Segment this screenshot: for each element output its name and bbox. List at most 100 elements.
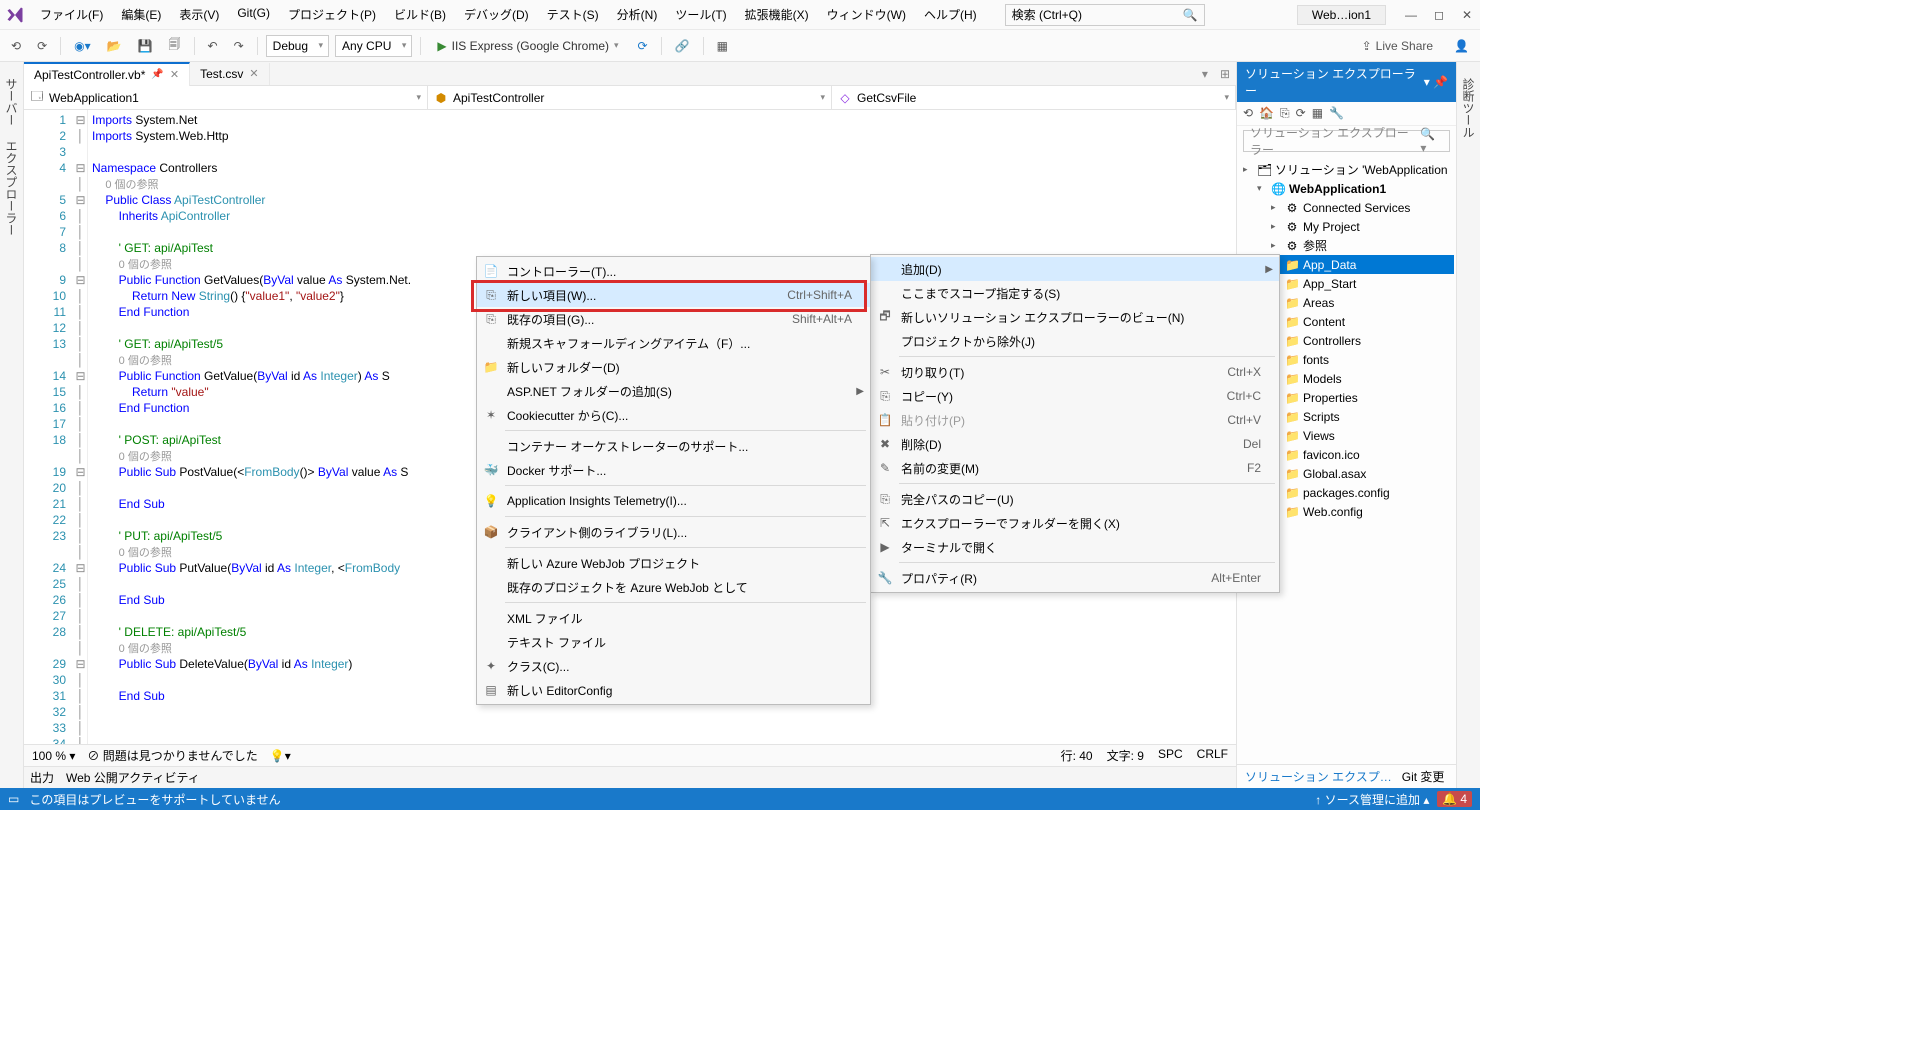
refresh-button[interactable]: ⟳ [633, 36, 653, 56]
nav-class[interactable]: ⬢ApiTestController [428, 86, 832, 109]
notification-badge[interactable]: 🔔4 [1437, 791, 1472, 807]
browser-button[interactable]: ▦ [712, 36, 733, 56]
menu-デバッグ(D)[interactable]: デバッグ(D) [456, 2, 537, 27]
config-combo[interactable]: Debug [266, 35, 329, 57]
issues-indicator[interactable]: ⊘ 問題は見つかりませんでした [87, 747, 257, 764]
minimize-button[interactable]: — [1404, 8, 1418, 22]
ctx-item[interactable]: コンテナー オーケストレーターのサポート... [477, 434, 870, 458]
pin-icon[interactable]: ▾ 📌 [1424, 75, 1448, 89]
tree-node[interactable]: ▸⚙Connected Services [1239, 198, 1454, 217]
source-control-button[interactable]: ↑ ソース管理に追加 ▴ [1315, 791, 1429, 808]
output-tab[interactable]: 出力 [30, 769, 54, 786]
doc-tab[interactable]: ApiTestController.vb*📌✕ [24, 62, 190, 86]
lightbulb-icon[interactable]: 💡▾ [270, 749, 291, 763]
ctx-item[interactable]: ASP.NET フォルダーの追加(S)▶ [477, 379, 870, 403]
col-indicator[interactable]: 文字: 9 [1107, 747, 1144, 764]
ctx-item[interactable]: 🐳Docker サポート... [477, 458, 870, 482]
maximize-button[interactable]: ◻ [1432, 8, 1446, 22]
tab-add-button[interactable]: ⊞ [1214, 67, 1236, 81]
menu-ファイル(F)[interactable]: ファイル(F) [32, 2, 111, 27]
tab-overflow-button[interactable]: ▾ [1196, 67, 1214, 81]
open-button[interactable]: 📂 [102, 36, 127, 56]
line-indicator[interactable]: 行: 40 [1061, 747, 1093, 764]
refresh-icon[interactable]: ⟳ [1296, 106, 1306, 121]
ctx-item[interactable]: 🔧プロパティ(R)Alt+Enter [871, 566, 1279, 590]
ctx-item[interactable]: ⎘完全パスのコピー(U) [871, 487, 1279, 511]
menu-プロジェクト(P)[interactable]: プロジェクト(P) [280, 2, 384, 27]
pin-icon[interactable]: 📌 [151, 69, 163, 80]
tree-node[interactable]: ▸⚙参照 [1239, 236, 1454, 255]
menu-分析(N)[interactable]: 分析(N) [609, 2, 666, 27]
ctx-item[interactable]: 🗗新しいソリューション エクスプローラーのビュー(N) [871, 305, 1279, 329]
properties-icon[interactable]: 🔧 [1329, 106, 1344, 121]
tree-node[interactable]: ▸🗂ソリューション 'WebApplication [1239, 160, 1454, 179]
ctx-item[interactable]: 新規スキャフォールディングアイテム（F）... [477, 331, 870, 355]
tree-node[interactable]: ▾🌐WebApplication1 [1239, 179, 1454, 198]
home-icon[interactable]: 🏠 [1259, 106, 1274, 121]
ctx-item[interactable]: ⎘新しい項目(W)...Ctrl+Shift+A [477, 283, 870, 307]
close-icon[interactable]: ✕ [249, 67, 258, 80]
feedback-button[interactable]: 👤 [1449, 36, 1474, 56]
tab-git-changes[interactable]: Git 変更 [1402, 768, 1445, 785]
live-share-button[interactable]: ⇪ Live Share [1362, 39, 1433, 53]
menu-編集(E)[interactable]: 編集(E) [113, 2, 169, 27]
ctx-item[interactable]: ✦クラス(C)... [477, 654, 870, 678]
ctx-item[interactable]: テキスト ファイル [477, 630, 870, 654]
ctx-item[interactable]: ✎名前の変更(M)F2 [871, 456, 1279, 480]
right-strip-item[interactable]: 診断ツール [1457, 72, 1480, 788]
platform-combo[interactable]: Any CPU [335, 35, 412, 57]
ctx-item[interactable]: ✶Cookiecutter から(C)... [477, 403, 870, 427]
ctx-item[interactable]: ⇱エクスプローラーでフォルダーを開く(X) [871, 511, 1279, 535]
menu-拡張機能(X)[interactable]: 拡張機能(X) [737, 2, 817, 27]
eol-indicator[interactable]: CRLF [1197, 747, 1228, 764]
menu-ビルド(B)[interactable]: ビルド(B) [386, 2, 454, 27]
ctx-item[interactable]: プロジェクトから除外(J) [871, 329, 1279, 353]
run-button[interactable]: ▶IIS Express (Google Chrome)▾ [429, 36, 626, 56]
ctx-item[interactable]: 既存のプロジェクトを Azure WebJob として [477, 575, 870, 599]
ctx-item[interactable]: ✂切り取り(T)Ctrl+X [871, 360, 1279, 384]
new-project-button[interactable]: ◉▾ [69, 36, 96, 56]
menu-Git(G)[interactable]: Git(G) [229, 2, 278, 27]
close-button[interactable]: ✕ [1460, 8, 1474, 22]
doc-tab[interactable]: Test.csv✕ [190, 63, 270, 85]
fold-column[interactable]: ⊟│⊟│⊟││││⊟│││││⊟│││││⊟│││││⊟│││││⊟││││││… [74, 110, 88, 744]
solution-explorer-title[interactable]: ソリューション エクスプローラー ▾ 📌 [1237, 62, 1456, 102]
tab-solution-explorer[interactable]: ソリューション エクスプ… [1245, 768, 1392, 785]
ctx-item[interactable]: ✖削除(D)Del [871, 432, 1279, 456]
save-button[interactable]: 💾 [133, 36, 158, 56]
zoom-combo[interactable]: 100 % ▾ [32, 749, 75, 763]
output-tab[interactable]: Web 公開アクティビティ [66, 769, 200, 786]
solution-selector[interactable]: Web…ion1 [1297, 5, 1386, 25]
ctx-item[interactable]: ⎘コピー(Y)Ctrl+C [871, 384, 1279, 408]
menu-表示(V)[interactable]: 表示(V) [171, 2, 227, 27]
menu-ツール(T)[interactable]: ツール(T) [667, 2, 734, 27]
sync-icon[interactable]: ⎘ [1280, 106, 1290, 121]
forward-button[interactable]: ⟳ [32, 36, 52, 56]
ctx-item[interactable]: 新しい Azure WebJob プロジェクト [477, 551, 870, 575]
search-box[interactable]: 検索 (Ctrl+Q) 🔍 [1005, 4, 1205, 26]
ctx-item[interactable]: ▤新しい EditorConfig [477, 678, 870, 702]
menu-テスト(S)[interactable]: テスト(S) [539, 2, 607, 27]
show-all-icon[interactable]: ▦ [1312, 106, 1323, 121]
indent-indicator[interactable]: SPC [1158, 747, 1183, 764]
ctx-item[interactable]: 💡Application Insights Telemetry(I)... [477, 489, 870, 513]
ctx-item[interactable]: 追加(D)▶ [871, 257, 1279, 281]
ctx-item[interactable]: ⎘既存の項目(G)...Shift+Alt+A [477, 307, 870, 331]
back-icon[interactable]: ⟲ [1243, 106, 1253, 121]
undo-button[interactable]: ↶ [203, 36, 223, 56]
tree-node[interactable]: ▸⚙My Project [1239, 217, 1454, 236]
browser-link-button[interactable]: 🔗 [670, 36, 695, 56]
ctx-item[interactable]: 📦クライアント側のライブラリ(L)... [477, 520, 870, 544]
menu-ウィンドウ(W)[interactable]: ウィンドウ(W) [819, 2, 914, 27]
back-button[interactable]: ⟲ [6, 36, 26, 56]
ctx-item[interactable]: ▶ターミナルで開く [871, 535, 1279, 559]
redo-button[interactable]: ↷ [229, 36, 249, 56]
nav-project[interactable]: 🗔WebApplication1 [24, 86, 428, 109]
left-strip-item[interactable]: サーバー エクスプローラー [0, 72, 23, 788]
save-all-button[interactable]: 🗐 [164, 32, 186, 59]
ctx-item[interactable]: ここまでスコープ指定する(S) [871, 281, 1279, 305]
ctx-item[interactable]: XML ファイル [477, 606, 870, 630]
nav-member[interactable]: ◇GetCsvFile [832, 86, 1236, 109]
ctx-item[interactable]: 📁新しいフォルダー(D) [477, 355, 870, 379]
close-icon[interactable]: ✕ [170, 68, 179, 81]
